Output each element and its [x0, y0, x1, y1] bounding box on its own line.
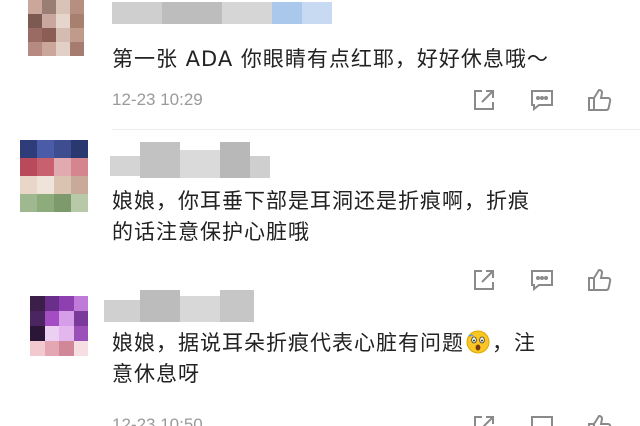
- comment-icon[interactable]: [528, 86, 556, 114]
- username-blurred[interactable]: [112, 2, 332, 24]
- comment-item: 娘娘，据说耳朵折痕代表心脏有问题 ，注 意休息呀 12-23 10:50: [0, 290, 640, 426]
- avatar[interactable]: [30, 296, 88, 356]
- share-icon[interactable]: [470, 412, 498, 426]
- comment-timestamp: 12-23 10:50: [112, 415, 203, 426]
- comment-text-part: 娘娘，据说耳朵折痕代表心脏有问题: [112, 331, 464, 355]
- share-icon[interactable]: [470, 86, 498, 114]
- comment-timestamp: 12-23 10:29: [112, 90, 203, 109]
- avatar[interactable]: [20, 140, 88, 212]
- avatar[interactable]: [28, 0, 84, 56]
- comment-icon[interactable]: [528, 412, 556, 426]
- comment-text: 第一张 ADA 你眼睛有点红耶，好好休息哦～: [112, 47, 549, 71]
- like-icon[interactable]: [585, 86, 613, 114]
- like-icon[interactable]: [585, 412, 613, 426]
- comment-text: 娘娘，你耳垂下部是耳洞还是折痕啊，折痕 的话注意保护心脏哦: [112, 189, 530, 244]
- comment-item: 第一张 ADA 你眼睛有点红耶，好好休息哦～ 12-23 10:29: [0, 0, 640, 130]
- comment-text: 娘娘，据说耳朵折痕代表心脏有问题 ，注 意休息呀: [112, 328, 612, 390]
- username-blurred[interactable]: [110, 142, 270, 178]
- astonished-face-icon: [466, 330, 490, 354]
- comment-item: 娘娘，你耳垂下部是耳洞还是折痕啊，折痕 的话注意保护心脏哦: [0, 130, 640, 292]
- username-blurred[interactable]: [104, 290, 254, 322]
